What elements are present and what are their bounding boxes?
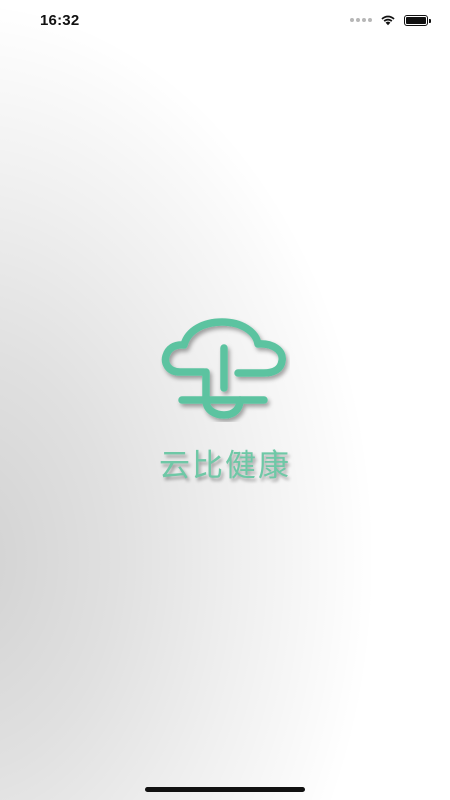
splash-screen: 16:32 云比健康: [0, 0, 450, 800]
cellular-signal-icon: [350, 18, 372, 22]
app-name: 云比健康: [159, 448, 291, 484]
battery-icon: [404, 14, 431, 26]
battery-fill: [406, 16, 426, 24]
status-bar: 16:32: [0, 0, 450, 40]
home-indicator[interactable]: [145, 787, 305, 792]
wifi-icon: [381, 15, 395, 26]
status-icons: [350, 14, 431, 26]
status-time: 16:32: [40, 11, 80, 29]
cloud-plus-icon: [161, 318, 286, 419]
